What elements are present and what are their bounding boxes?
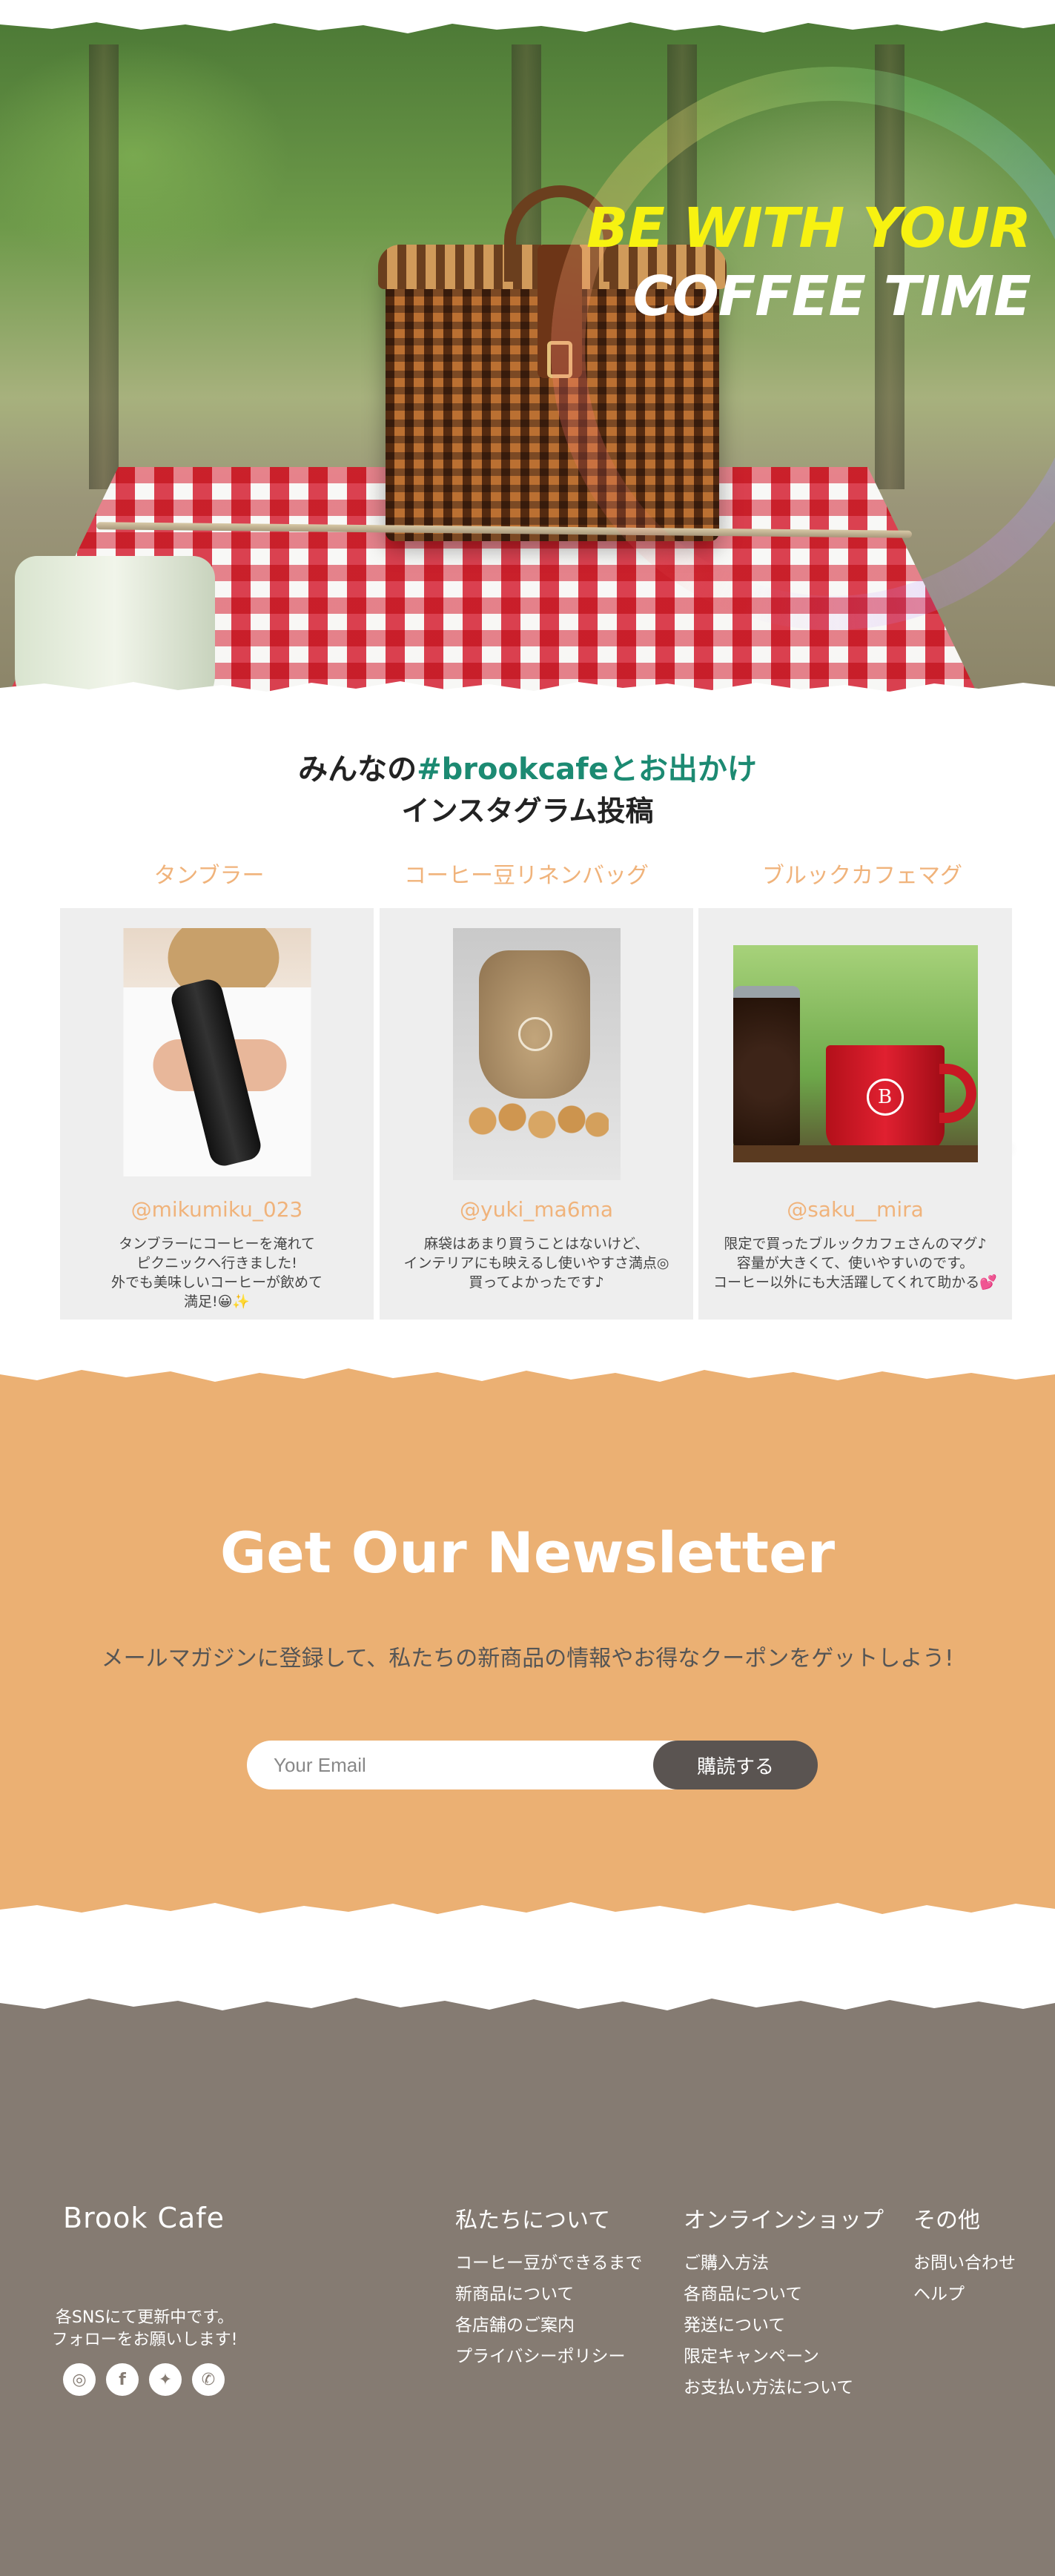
footer-brand-logo[interactable]: Brook Cafe — [63, 2202, 225, 2234]
caption-line: コーヒー以外にも大活躍してくれて助かる💕 — [713, 1274, 997, 1291]
instagram-post-card[interactable]: @mikumiku_023 タンブラーにコーヒーを淹れて ピクニックへ行きました… — [60, 908, 374, 1320]
photo-coffee-bean-jar — [732, 986, 800, 1149]
sns-note: 各SNSにて更新中です。 フォローをお願いします! — [37, 2307, 252, 2351]
photo-mug-logo: B — [866, 1079, 904, 1116]
twitter-icon[interactable]: ✦ — [149, 2363, 182, 2396]
caption-line: 外でも美味しいコーヒーが飲めて — [110, 1274, 323, 1291]
footer-link[interactable]: 各商品について — [684, 2279, 884, 2310]
footer-column-other: その他 お問い合わせ ヘルプ — [913, 2202, 1016, 2310]
post-caption: タンブラーにコーヒーを淹れて ピクニックへ行きました! 外でも美味しいコーヒーが… — [67, 1234, 366, 1311]
footer-column-heading: その他 — [913, 2208, 980, 2234]
footer-link[interactable]: 新商品について — [455, 2279, 643, 2310]
newsletter-section: Get Our Newsletter メールマガジンに登録して、私たちの新商品の… — [0, 1364, 1055, 1920]
footer: Brook Cafe 各SNSにて更新中です。 フォローをお願いします! ◎ f… — [0, 1994, 1055, 2576]
hero-title-line2: COFFEE TIME — [632, 265, 1031, 328]
tree-trunk — [89, 44, 119, 489]
sns-icon-row: ◎ f ✦ ✆ — [63, 2363, 225, 2396]
sns-note-line: 各SNSにて更新中です。 — [55, 2308, 234, 2327]
post-caption: 限定で買ったブルックカフェさんのマグ♪ 容量が大きくて、使いやすいのです。 コー… — [706, 1234, 1005, 1292]
instagram-heading-sub: インスタグラム投稿 — [401, 795, 654, 827]
linen-bag-photo[interactable] — [452, 928, 621, 1180]
post-username[interactable]: @mikumiku_023 — [60, 1197, 374, 1222]
caption-line: 麻袋はあまり買うことはないけど、 — [423, 1236, 649, 1252]
photo-peanuts — [467, 1099, 609, 1143]
footer-link[interactable]: プライバシーポリシー — [455, 2341, 643, 2372]
newsletter-description: メールマガジンに登録して、私たちの新商品の情報やお得なクーポンをゲットしよう! — [101, 1646, 954, 1672]
newsletter-title: Get Our Newsletter — [219, 1520, 836, 1586]
instagram-post-card[interactable]: B @saku__mira 限定で買ったブルックカフェさんのマグ♪ 容量が大きく… — [698, 908, 1012, 1320]
footer-link[interactable]: 限定キャンペーン — [684, 2341, 884, 2372]
hero-section: BE WITH YOUR COFFEE TIME — [0, 0, 1055, 697]
hero-title-line1: BE WITH YOUR — [586, 196, 1031, 260]
footer-link[interactable]: お支払い方法について — [684, 2372, 884, 2403]
email-field[interactable] — [247, 1741, 692, 1789]
caption-line: 買ってよかったです♪ — [469, 1274, 604, 1291]
post-caption: 麻袋はあまり買うことはないけど、 インテリアにも映えるし使いやすさ満点◎ 買って… — [387, 1234, 686, 1292]
caption-line: 限定で買ったブルックカフェさんのマグ♪ — [724, 1236, 987, 1252]
whatsapp-icon[interactable]: ✆ — [192, 2363, 225, 2396]
footer-link[interactable]: 各店舗のご案内 — [455, 2310, 643, 2341]
caption-line: インテリアにも映えるし使いやすさ満点◎ — [403, 1255, 669, 1271]
caption-line: 容量が大きくて、使いやすいのです。 — [736, 1255, 974, 1271]
photo-mug-handle — [939, 1064, 976, 1123]
photo-sack-logo — [517, 1017, 552, 1051]
instagram-heading-prefix: みんなの — [298, 752, 417, 787]
torn-paper-edge-top — [0, 0, 1055, 33]
footer-link[interactable]: 発送について — [684, 2310, 884, 2341]
post-username[interactable]: @saku__mira — [698, 1197, 1012, 1222]
footer-column-heading: オンラインショップ — [684, 2208, 884, 2234]
category-label-linen-bag: コーヒー豆リネンバッグ — [404, 863, 649, 889]
instagram-hashtag: #brookcafeとお出かけ — [417, 752, 757, 787]
instagram-section: みんなの#brookcafeとお出かけ インスタグラム投稿 タンブラー @mik… — [0, 712, 1055, 1357]
footer-column-about: 私たちについて コーヒー豆ができるまで 新商品について 各店舗のご案内 プライバ… — [455, 2202, 643, 2372]
sns-note-line: フォローをお願いします! — [51, 2331, 238, 2349]
footer-link[interactable]: ご購入方法 — [684, 2248, 884, 2279]
hero-title: BE WITH YOUR COFFEE TIME — [586, 194, 1031, 331]
subscribe-button[interactable]: 購読する — [653, 1741, 818, 1789]
mug-photo[interactable]: B — [732, 945, 978, 1162]
footer-link[interactable]: ヘルプ — [913, 2279, 1016, 2310]
caption-line: 満足!😀✨ — [183, 1294, 251, 1310]
instagram-post-card[interactable]: @yuki_ma6ma 麻袋はあまり買うことはないけど、 インテリアにも映えるし… — [380, 908, 693, 1320]
post-username[interactable]: @yuki_ma6ma — [380, 1197, 693, 1222]
tumbler-photo[interactable] — [123, 928, 311, 1176]
caption-line: ピクニックへ行きました! — [136, 1255, 297, 1271]
footer-link[interactable]: お問い合わせ — [913, 2248, 1016, 2279]
photo-wood-board — [732, 1145, 978, 1162]
category-label-mug: ブルックカフェマグ — [762, 863, 962, 889]
footer-link[interactable]: コーヒー豆ができるまで — [455, 2248, 643, 2279]
footer-column-heading: 私たちについて — [455, 2208, 611, 2234]
footer-column-shop: オンラインショップ ご購入方法 各商品について 発送について 限定キャンペーン … — [684, 2202, 884, 2403]
newsletter-form: 購読する — [247, 1741, 818, 1789]
category-label-tumbler: タンブラー — [153, 863, 265, 889]
instagram-icon[interactable]: ◎ — [63, 2363, 96, 2396]
facebook-icon[interactable]: f — [106, 2363, 139, 2396]
hero-picnic-photo — [0, 22, 1055, 697]
torn-paper-edge-bottom — [0, 681, 1055, 697]
instagram-heading: みんなの#brookcafeとお出かけ インスタグラム投稿 — [0, 749, 1055, 832]
caption-line: タンブラーにコーヒーを淹れて — [119, 1236, 315, 1252]
